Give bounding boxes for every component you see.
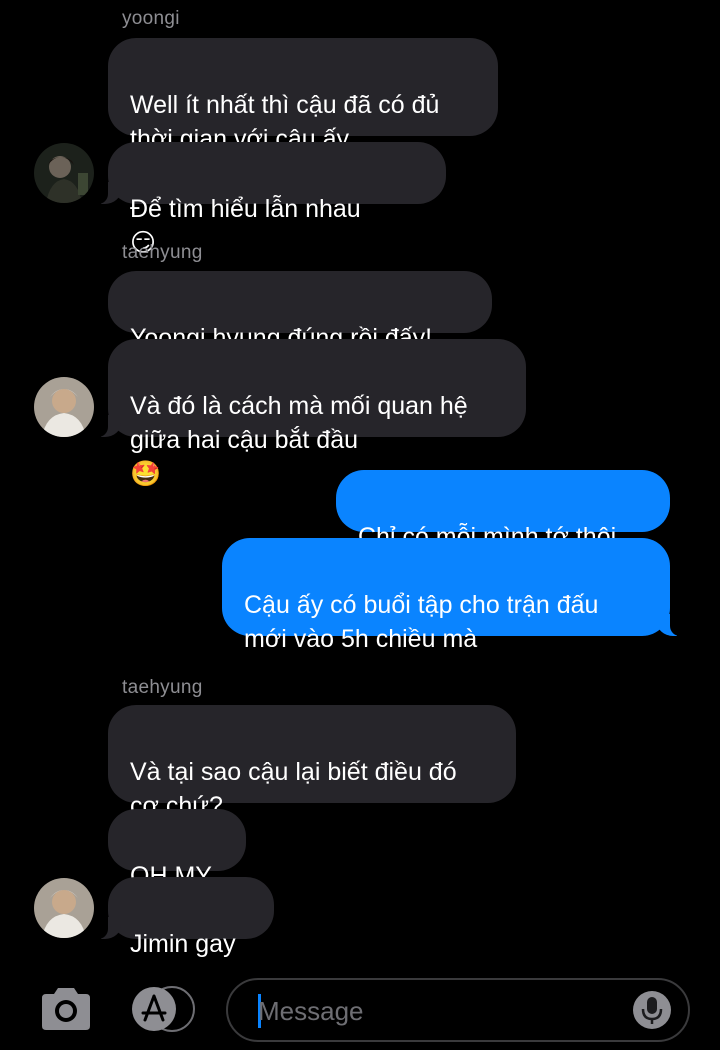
app-store-icon[interactable] <box>130 986 196 1037</box>
composer-bar <box>0 960 720 1050</box>
sender-name-taehyung: taehyung <box>122 242 203 263</box>
sender-name-yoongi: yoongi <box>122 8 180 29</box>
message-bubble[interactable]: Yoongi hyung đúng rồi đấy! <box>108 271 492 352</box>
avatar-taehyung[interactable] <box>34 878 94 938</box>
camera-icon[interactable] <box>38 986 94 1037</box>
message-text: Và đó là cách mà mối quan hệ giữa hai cậ… <box>130 392 468 454</box>
message-text: Để tìm hiểu lẫn nhau <box>130 195 361 223</box>
message-bubble[interactable]: Và đó là cách mà mối quan hệ giữa hai cậ… <box>88 339 526 488</box>
message-input[interactable] <box>258 994 618 1028</box>
message-bubble[interactable]: OH MY <box>108 809 246 890</box>
message-text: Jimin gay <box>130 930 236 958</box>
sender-name-taehyung: taehyung <box>122 677 203 698</box>
message-bubble[interactable]: Và tại sao cậu lại biết điều đó cơ chứ? … <box>108 705 516 854</box>
microphone-icon[interactable] <box>632 990 672 1035</box>
message-text: Cậu ấy có buổi tập cho trận đấu mới vào … <box>244 591 599 653</box>
avatar-taehyung[interactable] <box>34 377 94 437</box>
message-bubble[interactable]: Để tìm hiểu lẫn nhau 😏 <box>88 142 446 257</box>
message-bubble[interactable]: Jimin gay <box>88 877 274 958</box>
avatar-yoongi[interactable] <box>34 143 94 203</box>
message-bubble-sent[interactable]: Chỉ có mỗi mình tớ thôi <box>336 470 670 551</box>
message-bubble-sent[interactable]: Cậu ấy có buổi tập cho trận đấu mới vào … <box>222 538 690 653</box>
message-bubble[interactable]: Well ít nhất thì cậu đã có đủ thời gian … <box>108 38 498 153</box>
message-field[interactable] <box>226 978 690 1042</box>
star-struck-emoji-icon: 🤩 <box>130 459 162 488</box>
